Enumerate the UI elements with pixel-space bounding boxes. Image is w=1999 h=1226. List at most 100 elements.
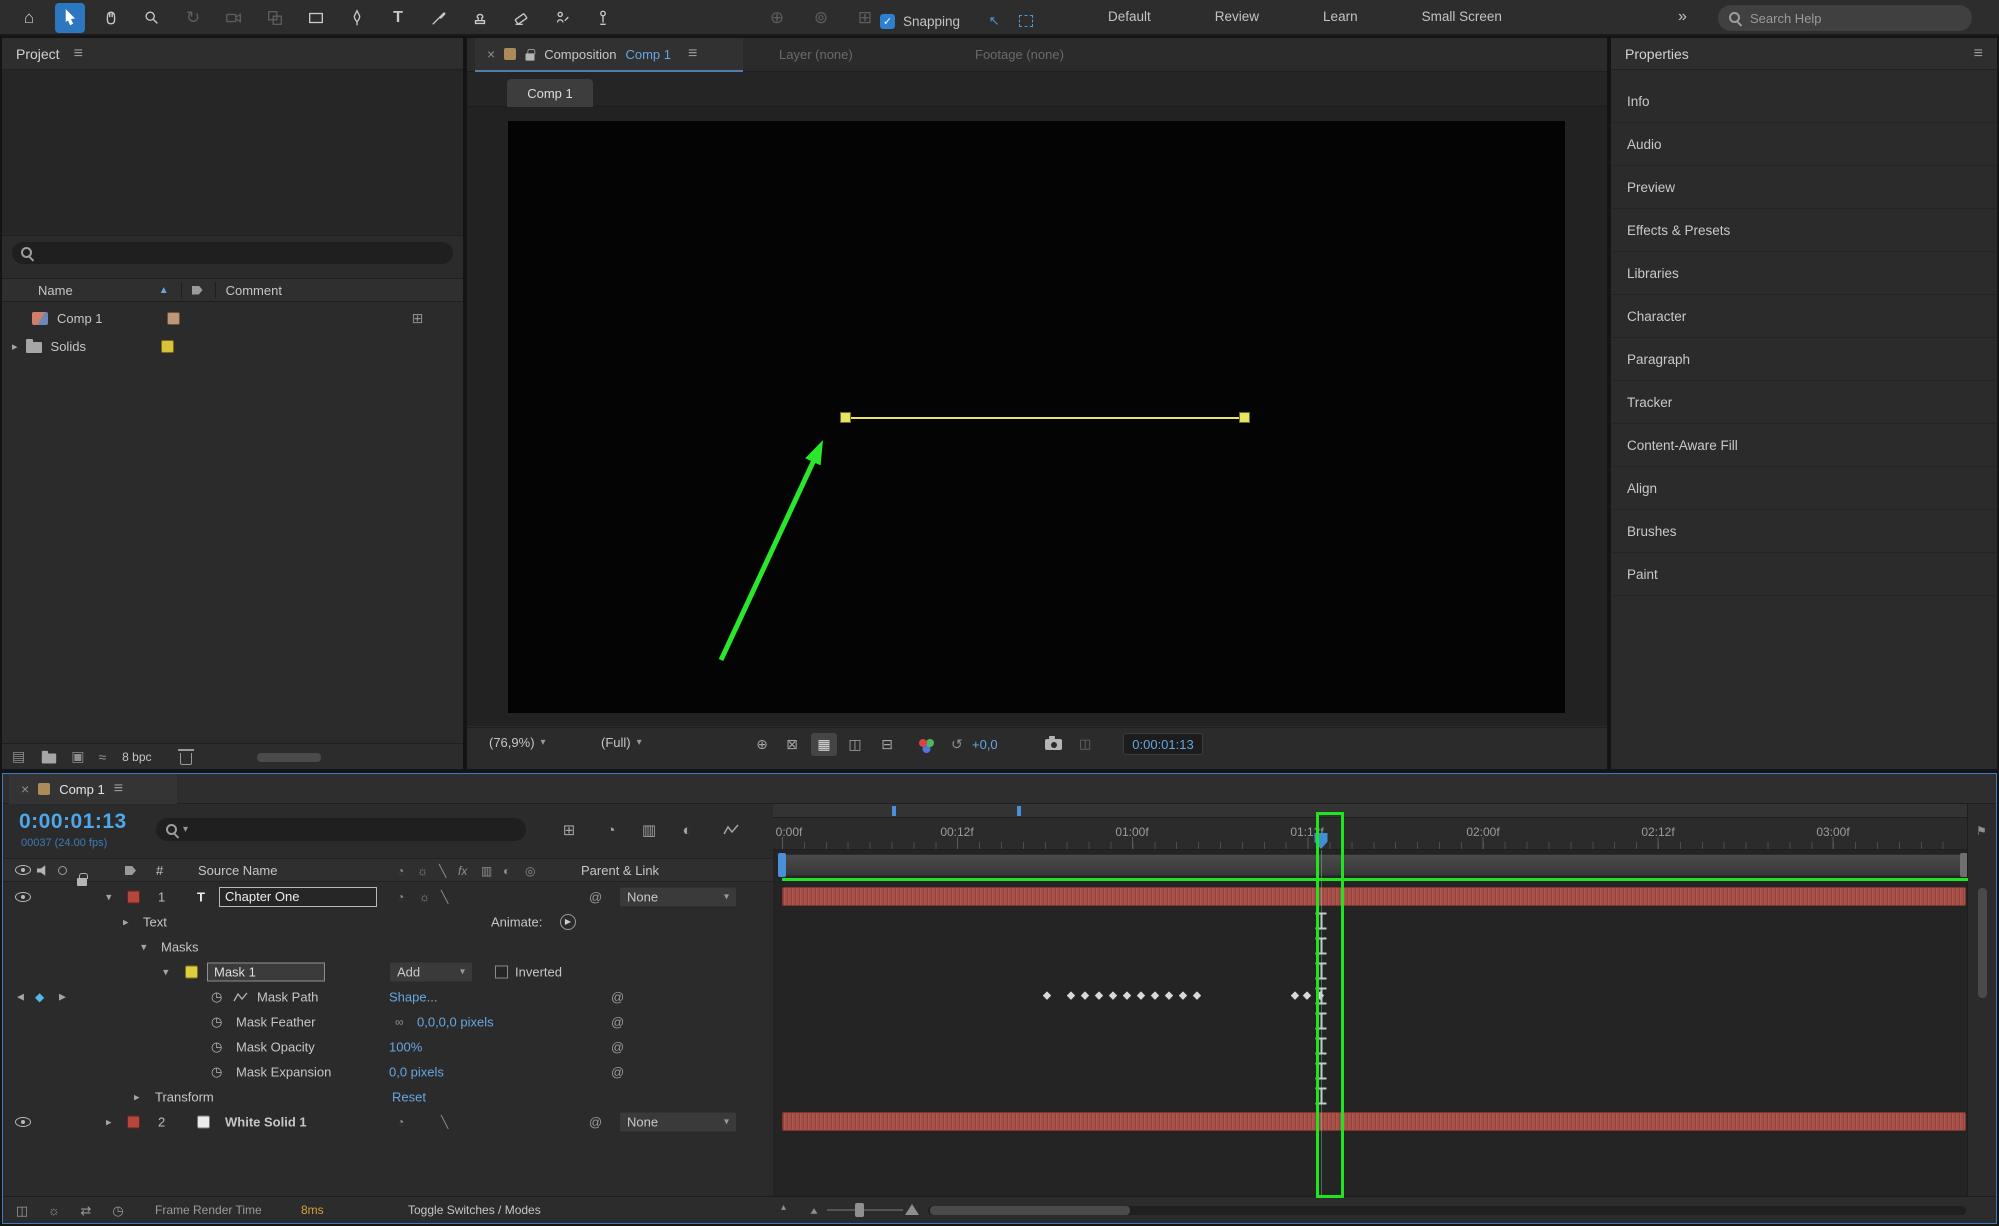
- panel-tab-preview[interactable]: Preview: [1611, 166, 1997, 209]
- comp-subtab[interactable]: Comp 1: [507, 79, 593, 107]
- property-value[interactable]: Shape...: [389, 989, 437, 1004]
- timeline-horizontal-scrollbar-thumb[interactable]: [930, 1206, 1130, 1215]
- property-pickwhip-icon[interactable]: @: [611, 1064, 624, 1079]
- take-snapshot-icon[interactable]: [1045, 736, 1062, 750]
- mask-opacity-row[interactable]: ◷ Mask Opacity 100% @: [3, 1034, 773, 1059]
- timeline-vertical-scrollbar[interactable]: [1978, 888, 1987, 998]
- quality-switch-icon[interactable]: ╲: [441, 1115, 448, 1129]
- project-search-input[interactable]: [40, 246, 445, 260]
- previous-keyframe-icon[interactable]: ◀: [17, 991, 24, 1002]
- animate-menu-icon[interactable]: ▶: [560, 913, 576, 930]
- brush-tool-icon[interactable]: [424, 3, 454, 33]
- mask-visibility-icon[interactable]: ◫: [842, 733, 868, 756]
- effects-switch-icon[interactable]: ☼: [419, 890, 430, 904]
- mask-mode-dropdown[interactable]: Add ▾: [389, 961, 473, 982]
- property-label[interactable]: Mask Expansion: [236, 1064, 331, 1079]
- expand-chevron-icon[interactable]: ▸: [134, 1090, 140, 1103]
- panel-tab-paint[interactable]: Paint: [1611, 553, 1997, 596]
- tab-comp-name[interactable]: Comp 1: [625, 47, 671, 62]
- panel-tab-effects-presets[interactable]: Effects & Presets: [1611, 209, 1997, 252]
- project-panel-header[interactable]: Project ≡: [2, 38, 463, 70]
- workspace-review[interactable]: Review: [1215, 9, 1259, 24]
- layer-row-1[interactable]: ▾ 1 T ◔ ☼ ╲ @ None ▾: [3, 884, 773, 909]
- toggle-inout-pane-icon[interactable]: ◷: [105, 1201, 131, 1220]
- timeline-graph-area[interactable]: 0:00f 00:12f 01:00f 01:12f 02:00f 02:12f…: [773, 804, 1969, 1199]
- navigator-marker[interactable]: [892, 806, 896, 816]
- quality-switch-icon[interactable]: ╲: [441, 890, 448, 904]
- view-layout-icon[interactable]: ⊟: [874, 733, 900, 756]
- project-item-name[interactable]: Solids: [51, 339, 86, 354]
- zoom-tool-icon[interactable]: [137, 3, 167, 33]
- column-source-name[interactable]: Source Name: [198, 863, 277, 878]
- pen-tool-icon[interactable]: [342, 3, 372, 33]
- collapse-chevron-icon[interactable]: ▾: [141, 940, 147, 953]
- video-toggle-icon[interactable]: [15, 891, 31, 902]
- camera-tool-icon[interactable]: [219, 3, 249, 33]
- workspace-overflow-icon[interactable]: »: [1678, 8, 1687, 26]
- stopwatch-icon[interactable]: ◷: [211, 1039, 222, 1055]
- frame-blend-icon[interactable]: ▥: [635, 818, 663, 842]
- type-tool-icon[interactable]: T: [383, 3, 413, 33]
- keyframe[interactable]: ◆: [1193, 990, 1201, 1002]
- property-value[interactable]: 0,0,0,0 pixels: [417, 1014, 494, 1029]
- time-navigator-strip[interactable]: [773, 804, 1969, 818]
- new-composition-icon[interactable]: ▣: [71, 748, 84, 765]
- layer-2-duration-bar[interactable]: [782, 1112, 1966, 1131]
- panel-tab-content-aware-fill[interactable]: Content-Aware Fill: [1611, 424, 1997, 467]
- transform-reset-button[interactable]: Reset: [392, 1089, 426, 1104]
- panel-tab-info[interactable]: Info: [1611, 80, 1997, 123]
- project-row-solids[interactable]: ▸ Solids: [2, 332, 463, 360]
- masks-group-row[interactable]: ▾ Masks: [3, 934, 773, 959]
- roto-brush-tool-icon[interactable]: [547, 3, 577, 33]
- mask1-row[interactable]: ▾ Mask 1 Add ▾ Inverted: [3, 959, 773, 984]
- shy-switch-icon[interactable]: ◔: [397, 1115, 404, 1129]
- interpret-footage-icon[interactable]: ▤: [12, 748, 25, 765]
- frame-render-time-value[interactable]: 8ms: [301, 1203, 324, 1217]
- snapping-checkbox[interactable]: ✓: [880, 13, 895, 29]
- group-label[interactable]: Transform: [155, 1089, 214, 1104]
- toggle-switches-pane-icon[interactable]: ☼: [41, 1201, 67, 1220]
- mask-color-swatch[interactable]: [185, 965, 198, 978]
- work-area-bar[interactable]: [782, 854, 1966, 876]
- stopwatch-icon[interactable]: ◷: [211, 989, 222, 1005]
- collapse-triangle-icon[interactable]: ▴: [781, 1202, 786, 1213]
- mask-expansion-row[interactable]: ◷ Mask Expansion 0,0 pixels @: [3, 1059, 773, 1084]
- expand-chevron-icon[interactable]: ▸: [12, 340, 18, 353]
- property-value[interactable]: 0,0 pixels: [389, 1064, 444, 1079]
- comp-marker-bin-icon[interactable]: ⚑: [1976, 824, 1987, 838]
- panel-tab-brushes[interactable]: Brushes: [1611, 510, 1997, 553]
- panel-tab-audio[interactable]: Audio: [1611, 123, 1997, 166]
- layer-row-2[interactable]: ▸ 2 White Solid 1 ◔ ╲ @ None ▾: [3, 1109, 773, 1134]
- project-row-comp1[interactable]: Comp 1 ⊞: [2, 304, 463, 332]
- group-label[interactable]: Masks: [161, 939, 199, 954]
- toggle-switches-modes-button[interactable]: Toggle Switches / Modes: [408, 1203, 541, 1217]
- workspace-default[interactable]: Default: [1108, 9, 1151, 24]
- project-search-field[interactable]: [12, 242, 453, 264]
- toggle-transfer-pane-icon[interactable]: ⇄: [73, 1201, 99, 1220]
- panel-tab-align[interactable]: Align: [1611, 467, 1997, 510]
- tab-composition[interactable]: × Composition Comp 1 ≡: [475, 38, 743, 72]
- eraser-tool-icon[interactable]: [506, 3, 536, 33]
- panel-tab-libraries[interactable]: Libraries: [1611, 252, 1997, 295]
- show-channel-icon[interactable]: [919, 739, 927, 747]
- keyframe[interactable]: ◆: [1137, 990, 1145, 1002]
- expand-chevron-icon[interactable]: ▸: [106, 1115, 112, 1128]
- video-toggle-icon[interactable]: [15, 1116, 31, 1127]
- layer-name-input[interactable]: [219, 886, 377, 907]
- transparency-grid-icon[interactable]: ▦: [811, 733, 837, 756]
- bit-depth-button[interactable]: 8 bpc: [122, 750, 151, 764]
- local-axis-mode-icon[interactable]: ⊕: [762, 3, 792, 33]
- expand-chevron-icon[interactable]: ▸: [123, 915, 129, 928]
- column-name[interactable]: Name: [38, 283, 73, 298]
- workspace-small-screen[interactable]: Small Screen: [1422, 9, 1502, 24]
- panel-tab-character[interactable]: Character: [1611, 295, 1997, 338]
- project-item-name[interactable]: Comp 1: [57, 311, 103, 326]
- help-search-box[interactable]: [1718, 5, 1972, 31]
- label-color-chip[interactable]: [166, 311, 180, 325]
- timeline-tab-comp1[interactable]: × Comp 1 ≡: [9, 774, 177, 804]
- composition-flowchart-icon[interactable]: ⊞: [555, 818, 583, 842]
- next-keyframe-icon[interactable]: ▶: [59, 991, 66, 1002]
- region-of-interest-icon[interactable]: ⊠: [779, 733, 805, 756]
- panel-menu-icon[interactable]: ≡: [114, 780, 123, 798]
- mask-path-row[interactable]: ◀ ◆ ▶ ◷ Mask Path Shape... @: [3, 984, 773, 1009]
